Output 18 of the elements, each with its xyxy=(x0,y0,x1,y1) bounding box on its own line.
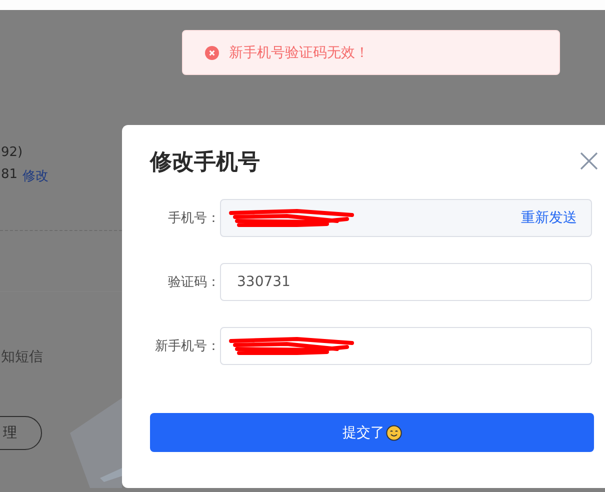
resend-link[interactable]: 重新发送 xyxy=(521,209,577,227)
close-icon[interactable] xyxy=(580,152,598,170)
toast-message: 新手机号验证码无效！ xyxy=(229,44,369,62)
field-label: 手机号： xyxy=(167,210,220,227)
field-label: 验证码： xyxy=(167,274,220,291)
edit-link[interactable]: 修改 xyxy=(22,167,49,185)
sms-text: 知短信 xyxy=(1,348,43,366)
input-field[interactable] xyxy=(220,327,592,365)
field-label: 新手机号： xyxy=(154,338,220,355)
input-field[interactable]: 重新发送 xyxy=(220,199,592,237)
input-field[interactable]: 330731 xyxy=(220,263,592,301)
smiley-icon xyxy=(386,424,402,440)
manage-button[interactable]: 理 xyxy=(0,416,42,450)
submit-button[interactable]: 提交了 xyxy=(150,413,594,452)
info-text: 92) xyxy=(1,145,24,160)
phone-text: 81 xyxy=(1,167,18,184)
error-icon xyxy=(205,46,219,60)
dialog-title: 修改手机号 xyxy=(150,149,260,177)
